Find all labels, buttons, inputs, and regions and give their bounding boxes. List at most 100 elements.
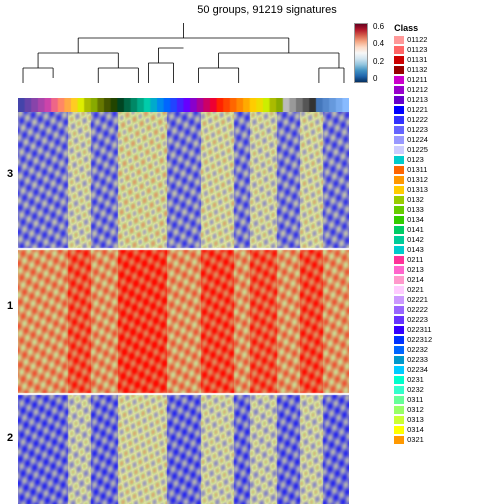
legend-item: 01211 <box>394 75 432 84</box>
legend-label: 0141 <box>407 225 424 234</box>
legend-color-box <box>394 56 404 64</box>
legend-label: 01212 <box>407 85 428 94</box>
legend-color-box <box>394 436 404 444</box>
row-labels: 3 1 2 <box>0 108 18 504</box>
legend-item: 0132 <box>394 195 432 204</box>
legend-item: 0221 <box>394 285 432 294</box>
legend-color-box <box>394 46 404 54</box>
legend-color-box <box>394 86 404 94</box>
legend-label: 0311 <box>407 395 423 404</box>
legend-color-box <box>394 256 404 264</box>
legend-color-box <box>394 246 404 254</box>
scale-max: 0.6 <box>373 23 384 31</box>
legend-label: 0232 <box>407 385 424 394</box>
legend-label: 01122 <box>407 35 427 44</box>
dendrogram-top <box>18 18 349 98</box>
legend-color-box <box>394 266 404 274</box>
legend-item: 01212 <box>394 85 432 94</box>
class-header: Class <box>394 23 432 33</box>
legend-label: 02221 <box>407 295 428 304</box>
legend-color-box <box>394 76 404 84</box>
legend-color-box <box>394 206 404 214</box>
legend-color-box <box>394 296 404 304</box>
legend-item: 01223 <box>394 125 432 134</box>
legend-color-box <box>394 116 404 124</box>
legend-label: 0231 <box>407 375 424 384</box>
legend-item: 01132 <box>394 65 432 74</box>
legend-label: 01313 <box>407 185 428 194</box>
legend-label: 02233 <box>407 355 428 364</box>
legend-color-box <box>394 186 404 194</box>
legend-color-box <box>394 176 404 184</box>
heatmap-section <box>18 18 349 504</box>
legend-item: 02223 <box>394 315 432 324</box>
legend-item: 01225 <box>394 145 432 154</box>
legend-label: 0321 <box>407 435 424 444</box>
scale-bar-container <box>354 23 368 83</box>
legend-color-box <box>394 96 404 104</box>
legend-label: 0123 <box>407 155 424 164</box>
legend-color-box <box>394 156 404 164</box>
legend-item: 01221 <box>394 105 432 114</box>
legend-label: 022311 <box>407 325 431 334</box>
legend-items-container: 0112201123011310113201211012120121301221… <box>394 35 432 445</box>
legend-color-box <box>394 416 404 424</box>
color-scale-area: 0.6 0.4 0.2 0 Class 01122011230113101132… <box>349 18 504 98</box>
legend-item: 0311 <box>394 395 432 404</box>
legend-color-box <box>394 316 404 324</box>
legend-item: 0232 <box>394 385 432 394</box>
legend-label: 0142 <box>407 235 424 244</box>
legend-item: 022312 <box>394 335 432 344</box>
color-bar-canvas <box>18 98 349 112</box>
legend-color-box <box>394 356 404 364</box>
legend-item: 0313 <box>394 415 432 424</box>
legend-label: 02223 <box>407 315 428 324</box>
legend-color-box <box>394 166 404 174</box>
legend-label: 01132 <box>407 65 427 74</box>
legend-label: 02232 <box>407 345 428 354</box>
scale-gradient <box>354 23 368 83</box>
legend-item: 02222 <box>394 305 432 314</box>
legend-label: 0314 <box>407 425 424 434</box>
legend-item: 0134 <box>394 215 432 224</box>
legend-item: 0214 <box>394 275 432 284</box>
legend-color-box <box>394 36 404 44</box>
dendrogram-svg <box>18 18 349 98</box>
legend-item: 02232 <box>394 345 432 354</box>
legend-label: 0221 <box>407 285 424 294</box>
legend-item: 01312 <box>394 175 432 184</box>
legend-color-box <box>394 216 404 224</box>
legend-label: 0213 <box>407 265 424 274</box>
legend-item: 022311 <box>394 325 432 334</box>
legend-color-box <box>394 276 404 284</box>
legend-label: 0133 <box>407 205 424 214</box>
legend-color-box <box>394 396 404 404</box>
scale-min: 0 <box>373 75 384 83</box>
row-label-2: 2 <box>7 432 13 444</box>
legend-item: 0231 <box>394 375 432 384</box>
legend-color-box <box>394 346 404 354</box>
legend-label: 01224 <box>407 135 428 144</box>
legend-color-box <box>394 136 404 144</box>
legend-label: 0211 <box>407 255 423 264</box>
legend-label: 01312 <box>407 175 428 184</box>
legend-item: 0142 <box>394 235 432 244</box>
legend-label: 0132 <box>407 195 424 204</box>
legend-item: 0211 <box>394 255 432 264</box>
legend-label: 01211 <box>407 75 427 84</box>
legend-item: 01311 <box>394 165 432 174</box>
legend-color-box <box>394 146 404 154</box>
legend-color-box <box>394 406 404 414</box>
legend-item: 0321 <box>394 435 432 444</box>
legend-item: 01131 <box>394 55 432 64</box>
scale-mid2: 0.2 <box>373 58 384 66</box>
legend-label: 0313 <box>407 415 424 424</box>
legend-label: 01221 <box>407 105 428 114</box>
legend-label: 01225 <box>407 145 428 154</box>
legend-item: 01213 <box>394 95 432 104</box>
legend-item: 0141 <box>394 225 432 234</box>
legend-label: 01311 <box>407 165 427 174</box>
scale-labels: 0.6 0.4 0.2 0 <box>373 23 384 83</box>
scale-mid1: 0.4 <box>373 40 384 48</box>
legend-color-box <box>394 106 404 114</box>
